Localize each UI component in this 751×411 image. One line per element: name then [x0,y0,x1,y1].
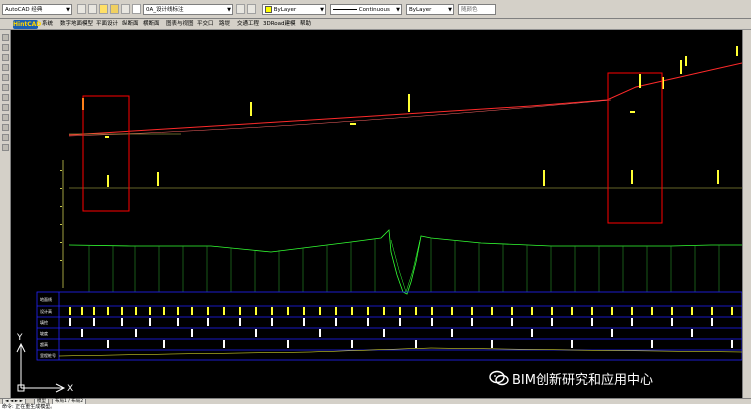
right-scroll-strip[interactable] [742,30,751,398]
hatch-tool-icon[interactable] [2,84,9,91]
band-title-design: 设计高 [40,308,52,314]
watermark-text: BIM创新研究和应用中心 [512,372,653,388]
menu-item-3droad[interactable]: 3DRoad建模 [263,20,296,29]
linetype-value: Continuous [358,7,390,13]
layer-manager-icon[interactable] [88,4,97,14]
profile-table-bands [36,291,742,361]
band-title-ground: 地面线 [40,296,52,302]
band-title-super: 超高 [40,341,48,347]
layer-dropdown[interactable]: 0A_设计线标注 ▼ [143,4,233,15]
plotstyle-value: 随颜色 [461,7,478,13]
ground-profile-line [68,229,742,295]
color-dropdown[interactable]: ByLayer ▼ [262,4,326,15]
band-title-labels: 地面线 设计高 填挖 坡度 超高 里程桩号 [40,296,56,358]
menu-item-charts-views[interactable]: 图表与视图 [166,20,194,29]
band-title-slope: 坡度 [40,330,48,336]
left-tool-strip [0,30,11,398]
polyline-tool-icon[interactable] [2,44,9,51]
menu-item-embankment[interactable]: 路堤 [219,20,230,29]
linetype-dropdown[interactable]: Continuous ▼ [330,4,402,15]
workspace-value: AutoCAD 经典 [5,7,43,13]
chevron-down-icon: ▼ [66,7,70,13]
layer-previous-icon[interactable] [236,4,245,14]
rotate-tool-icon[interactable] [2,124,9,131]
plotstyle-dropdown[interactable]: 随颜色 [458,4,496,15]
arc-tool-icon[interactable] [2,64,9,71]
slope-band-line [58,347,742,357]
menu-bar: HintCAD 系统 数字地面模型 平面设计 纵断面 横断面 图表与视图 平交口… [0,19,751,30]
rectangle-tool-icon[interactable] [2,74,9,81]
layer-value: 0A_设计线标注 [146,7,184,13]
sun-icon[interactable] [110,4,119,14]
design-grade-line [68,62,742,136]
drawing-canvas[interactable]: 地面线 设计高 填挖 坡度 超高 里程桩号 Y X [11,30,742,398]
menu-item-dtm[interactable]: 数字地面模型 [60,20,93,29]
command-line-text: 命令: 正在重生成模型。 [2,404,56,410]
ucs-x-label: X [67,384,73,394]
menu-item-traffic[interactable]: 交通工程 [237,20,259,29]
menu-item-profile[interactable]: 纵断面 [122,20,139,29]
curve-point-labels [82,46,738,187]
ruler-ticks [60,170,62,261]
lightbulb-icon[interactable] [99,4,108,14]
ravine-fill-lines [390,239,421,293]
chevron-down-icon: ▼ [396,7,400,13]
wechat-icon [489,370,509,386]
menu-item-plane-design[interactable]: 平面设计 [96,20,118,29]
color-value: ByLayer [273,7,297,13]
lineweight-value: ByLayer [409,7,432,13]
table-data-ticks-white [69,318,733,348]
chevron-down-icon: ▼ [227,7,231,13]
text-tool-icon[interactable] [2,94,9,101]
circle-tool-icon[interactable] [2,54,9,61]
watermark: BIM创新研究和应用中心 [489,367,653,389]
color-swatch [265,6,272,13]
ucs-icon [16,342,66,393]
menu-item-help[interactable]: 帮助 [300,20,311,29]
linetype-preview [333,9,357,10]
lineweight-dropdown[interactable]: ByLayer ▼ [406,4,454,15]
chevron-down-icon: ▼ [448,7,452,13]
command-line[interactable]: 命令: 正在重生成模型。 [0,404,751,411]
lock-icon[interactable] [121,4,130,14]
line-tool-icon[interactable] [2,34,9,41]
workspace-dropdown[interactable]: AutoCAD 经典 ▼ [2,4,72,15]
trim-tool-icon[interactable] [2,134,9,141]
color-swatch-icon[interactable] [132,4,141,14]
menu-item-cross-section[interactable]: 横断面 [143,20,160,29]
profile-drawing: 地面线 设计高 填挖 坡度 超高 里程桩号 Y X [16,46,742,394]
extend-tool-icon[interactable] [2,144,9,151]
band-title-cutfill: 填挖 [40,319,48,325]
highlight-box-left [82,95,130,212]
table-data-ticks [69,307,733,315]
properties-toolbar: AutoCAD 经典 ▼ 0A_设计线标注 ▼ ByLayer ▼ Continuou… [0,0,751,19]
band-title-station: 里程桩号 [40,352,56,358]
copy-tool-icon[interactable] [2,114,9,121]
gear-icon[interactable] [77,4,86,14]
layer-match-icon[interactable] [247,4,256,14]
hintcad-logo: HintCAD [13,20,42,29]
ucs-y-label: Y [16,333,23,343]
menu-item-system[interactable]: 系统 [42,20,53,29]
move-tool-icon[interactable] [2,104,9,111]
chevron-down-icon: ▼ [320,7,324,13]
menu-item-intersection[interactable]: 平交口 [197,20,214,29]
